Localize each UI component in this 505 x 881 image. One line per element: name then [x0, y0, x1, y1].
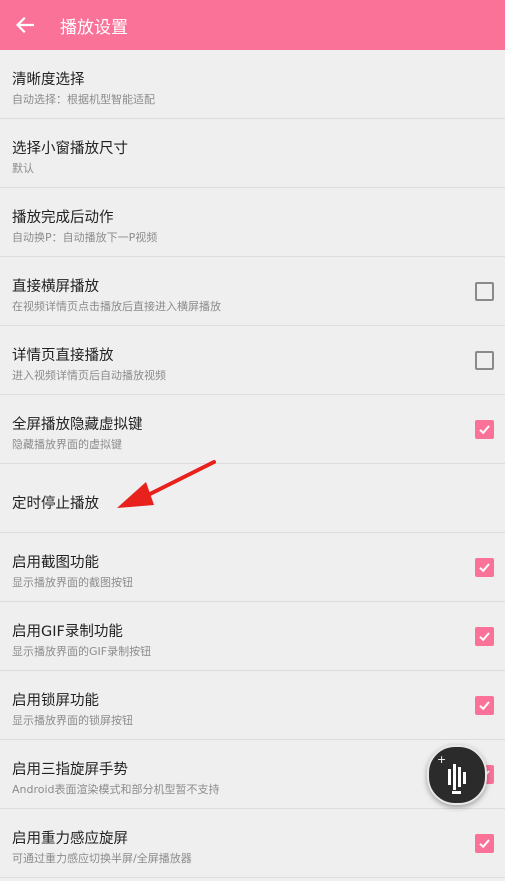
lockscreen-checkbox[interactable]: [475, 696, 494, 715]
hide-navkeys-checkbox[interactable]: [475, 420, 494, 439]
check-icon: [479, 563, 490, 573]
setting-subtitle: 在视频详情页点击播放后直接进入横屏播放: [12, 300, 221, 313]
arrow-left-icon: [16, 17, 34, 33]
setting-subtitle: 可通过重力感应切换半屏/全屏播放器: [12, 852, 192, 865]
check-icon: [479, 425, 490, 435]
setting-title: 详情页直接播放: [12, 348, 114, 364]
check-icon: [479, 839, 490, 849]
setting-title: 选择小窗播放尺寸: [12, 141, 128, 157]
landscape-play-checkbox[interactable]: [475, 282, 494, 301]
setting-title: 启用三指旋屏手势: [12, 762, 128, 778]
setting-row-hide-navkeys[interactable]: 全屏播放隐藏虚拟键 隐藏播放界面的虚拟键: [0, 395, 505, 464]
setting-row-quality[interactable]: 清晰度选择 自动选择：根据机型智能适配: [0, 50, 505, 119]
setting-subtitle: 自动选择：根据机型智能适配: [12, 93, 155, 106]
setting-title: 清晰度选择: [12, 72, 85, 88]
audio-wave-icon: +: [437, 753, 466, 794]
setting-subtitle: 进入视频详情页后自动播放视频: [12, 369, 166, 382]
setting-row-lockscreen[interactable]: 启用锁屏功能 显示播放界面的锁屏按钮: [0, 671, 505, 740]
page-title: 播放设置: [60, 17, 128, 38]
setting-title: 直接横屏播放: [12, 279, 99, 295]
setting-title: 启用GIF录制功能: [12, 624, 123, 640]
setting-title: 播放完成后动作: [12, 210, 114, 226]
check-icon: [479, 632, 490, 642]
setting-subtitle: 默认: [12, 162, 34, 175]
setting-title: 启用锁屏功能: [12, 693, 99, 709]
svg-text:+: +: [437, 753, 446, 766]
setting-row-after-play-action[interactable]: 播放完成后动作 自动换P：自动播放下一P视频: [0, 188, 505, 257]
setting-subtitle: 显示播放界面的锁屏按钮: [12, 714, 133, 727]
detail-autoplay-checkbox[interactable]: [475, 351, 494, 370]
setting-title: 启用截图功能: [12, 555, 99, 571]
app-bar: 播放设置: [0, 0, 505, 50]
screenshot-checkbox[interactable]: [475, 558, 494, 577]
setting-row-landscape-play[interactable]: 直接横屏播放 在视频详情页点击播放后直接进入横屏播放: [0, 257, 505, 326]
setting-row-detail-autoplay[interactable]: 详情页直接播放 进入视频详情页后自动播放视频: [0, 326, 505, 395]
setting-row-screenshot[interactable]: 启用截图功能 显示播放界面的截图按钮: [0, 533, 505, 602]
setting-subtitle: 自动换P：自动播放下一P视频: [12, 231, 158, 244]
setting-title: 全屏播放隐藏虚拟键: [12, 417, 143, 433]
setting-subtitle: 显示播放界面的GIF录制按钮: [12, 645, 152, 658]
setting-subtitle: 隐藏播放界面的虚拟键: [12, 438, 122, 451]
back-button[interactable]: [14, 14, 36, 36]
setting-title: 启用重力感应旋屏: [12, 831, 128, 847]
gif-record-checkbox[interactable]: [475, 627, 494, 646]
check-icon: [479, 701, 490, 711]
setting-subtitle: Android表面渲染模式和部分机型暂不支持: [12, 783, 220, 796]
setting-row-gravity-rotate[interactable]: 启用重力感应旋屏 可通过重力感应切换半屏/全屏播放器: [0, 809, 505, 878]
setting-title: 定时停止播放: [12, 496, 99, 512]
floating-audio-button[interactable]: +: [427, 745, 487, 805]
gravity-rotate-checkbox[interactable]: [475, 834, 494, 853]
setting-row-gif-record[interactable]: 启用GIF录制功能 显示播放界面的GIF录制按钮: [0, 602, 505, 671]
setting-subtitle: 显示播放界面的截图按钮: [12, 576, 133, 589]
setting-row-sleep-timer[interactable]: 定时停止播放: [0, 464, 505, 533]
setting-row-miniwindow-size[interactable]: 选择小窗播放尺寸 默认: [0, 119, 505, 188]
